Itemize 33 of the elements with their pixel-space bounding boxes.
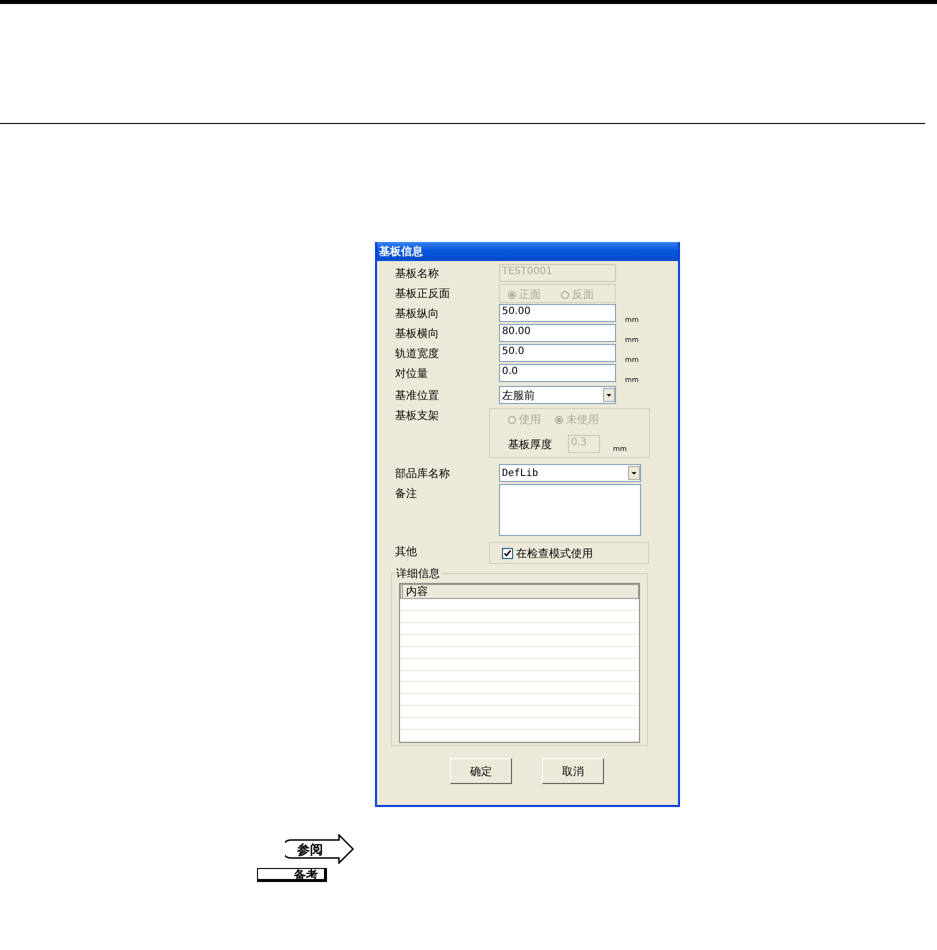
input-field[interactable]: 50.0 <box>499 344 616 362</box>
reference-badge: 参阅 <box>285 834 355 864</box>
field-label: 基准位置 <box>395 388 440 404</box>
caret-icon[interactable] <box>603 388 615 402</box>
field-label: 基板支架 <box>395 408 440 424</box>
caret-icon[interactable] <box>628 466 640 480</box>
field-label: 部品库名称 <box>395 466 451 482</box>
dropdown[interactable]: 左服前 <box>499 386 616 404</box>
radio-label: 反面 <box>572 287 594 302</box>
input-field[interactable]: 50.00 <box>499 304 616 322</box>
field-label: 对位量 <box>395 366 429 382</box>
group-title: 详细信息 <box>395 566 441 581</box>
radio-label: 正面 <box>519 287 541 302</box>
checkbox-label: 在检查模式使用 <box>516 546 593 560</box>
field-label: 基板名称 <box>395 266 440 282</box>
field-label: 基板纵向 <box>395 306 440 322</box>
field-label: 基板厚度 <box>508 436 552 452</box>
dialog-button[interactable]: 取消 <box>542 758 604 784</box>
dialog-button[interactable]: 确定 <box>450 758 512 784</box>
checkbox[interactable] <box>502 548 513 558</box>
dropdown[interactable]: DefLib <box>499 464 641 482</box>
radio-label: 使用 <box>519 412 541 427</box>
field-label: 其他 <box>395 544 418 560</box>
radio-label: 未使用 <box>566 412 599 427</box>
field-label: 基板横向 <box>395 326 440 342</box>
notes-field[interactable] <box>499 484 641 536</box>
input-field[interactable]: 0.0 <box>499 364 616 382</box>
column-header[interactable]: 内容 <box>400 584 639 599</box>
field-label: 轨道宽度 <box>395 346 440 362</box>
input-field[interactable]: 80.00 <box>499 324 616 342</box>
field-label: 备注 <box>395 486 418 502</box>
window-title: 基板信息 <box>377 242 678 261</box>
field-label: 基板正反面 <box>395 286 451 302</box>
